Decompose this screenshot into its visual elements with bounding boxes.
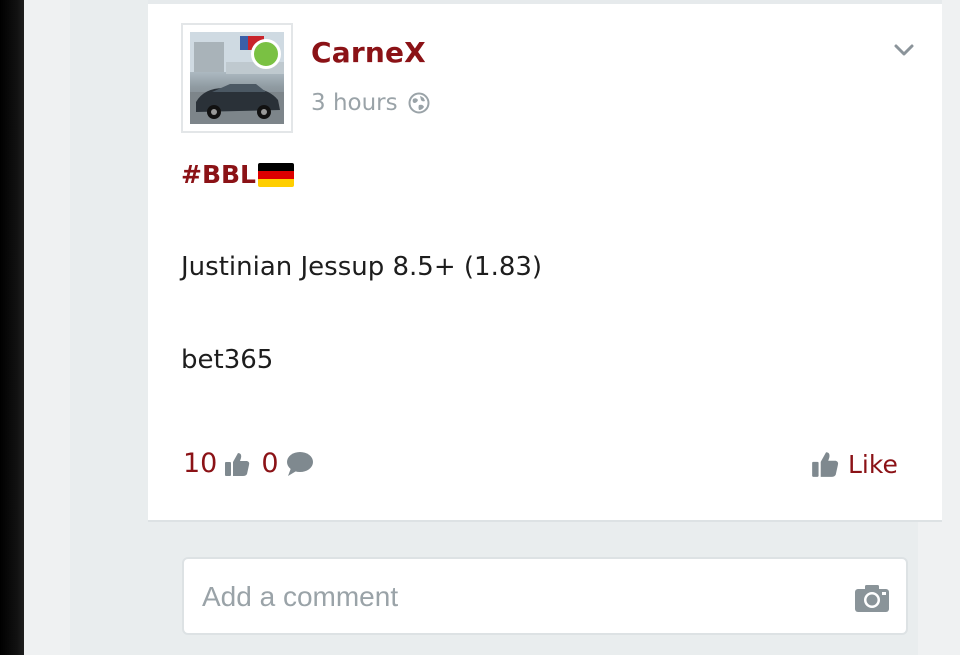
likes-count[interactable]: 10 xyxy=(183,448,217,479)
comment-input[interactable] xyxy=(202,579,822,615)
hashtag-link[interactable]: #BBL xyxy=(181,160,256,189)
avatar-photo xyxy=(190,32,284,124)
avatar[interactable] xyxy=(181,23,293,133)
card-divider xyxy=(148,0,942,4)
device-bezel xyxy=(0,0,24,655)
like-button[interactable]: Like xyxy=(810,449,898,479)
post-card: CarneX 3 hours #BBL Justinian Jessup 8.5… xyxy=(148,0,942,522)
feed-column: CarneX 3 hours #BBL Justinian Jessup 8.5… xyxy=(70,0,942,655)
thumbs-up-icon xyxy=(225,452,250,476)
post-body-line: Justinian Jessup 8.5+ (1.83) xyxy=(181,252,543,282)
hashtag-row: #BBL xyxy=(181,160,294,189)
speech-bubble-icon xyxy=(286,451,313,476)
comments-count[interactable]: 0 xyxy=(261,448,278,479)
app-screen: CarneX 3 hours #BBL Justinian Jessup 8.5… xyxy=(24,0,960,655)
post-meta: 3 hours xyxy=(311,90,430,116)
post-stats: 10 0 xyxy=(183,448,315,479)
thumbs-up-icon xyxy=(812,452,839,477)
like-label: Like xyxy=(848,449,898,479)
globe-icon xyxy=(408,92,430,114)
online-status-icon xyxy=(251,39,281,69)
author-name[interactable]: CarneX xyxy=(311,36,426,69)
chevron-down-icon[interactable] xyxy=(892,38,916,62)
germany-flag xyxy=(258,162,294,187)
comment-box xyxy=(182,557,908,635)
post-time[interactable]: 3 hours xyxy=(311,90,398,116)
post-body-line: bet365 xyxy=(181,345,274,375)
camera-icon[interactable] xyxy=(854,583,890,613)
